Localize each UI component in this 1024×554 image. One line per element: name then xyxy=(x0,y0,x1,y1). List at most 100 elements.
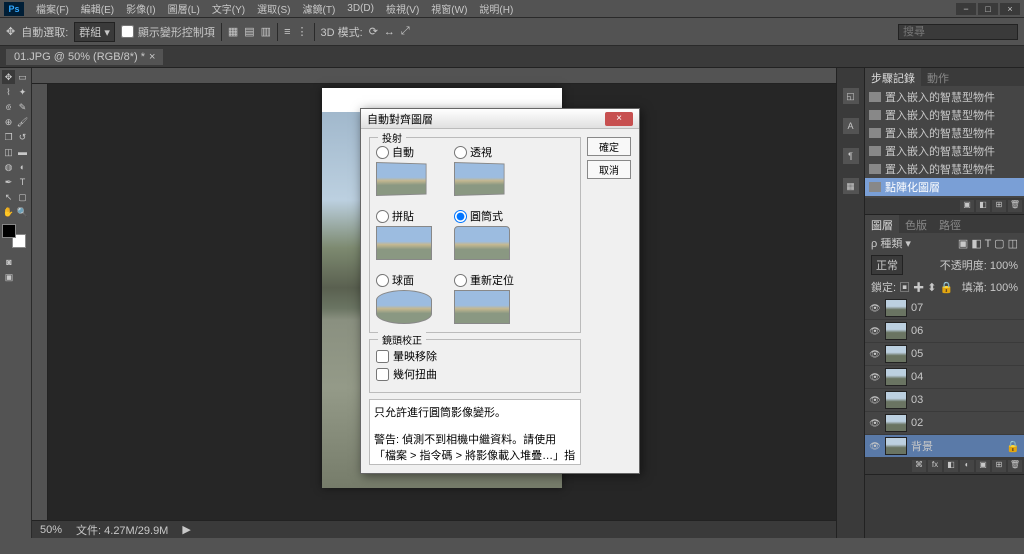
mode3d-icon[interactable]: ⟳ xyxy=(369,25,378,38)
hand-tool[interactable]: ✋ xyxy=(2,205,15,219)
menu-view[interactable]: 檢視(V) xyxy=(380,1,425,16)
lasso-tool[interactable]: ⌇ xyxy=(2,85,15,99)
align-icon[interactable]: ▦ xyxy=(228,25,238,38)
geodist-check[interactable]: 幾何扭曲 xyxy=(376,366,574,382)
menu-file[interactable]: 檔案(F) xyxy=(30,1,75,16)
tab-layers[interactable]: 圖層 xyxy=(865,215,899,233)
minimize-button[interactable]: − xyxy=(956,3,976,15)
shape-tool[interactable]: ▢ xyxy=(16,190,29,204)
ruler-vertical[interactable] xyxy=(32,84,48,520)
menu-select[interactable]: 選取(S) xyxy=(251,1,296,16)
visibility-icon[interactable]: 👁 xyxy=(869,418,881,428)
fill-value[interactable]: 100% xyxy=(990,282,1018,294)
marquee-tool[interactable]: ▭ xyxy=(16,70,29,84)
blend-mode[interactable]: 正常 xyxy=(871,255,903,275)
panel-btn[interactable]: ◧ xyxy=(976,200,990,212)
visibility-icon[interactable]: 👁 xyxy=(869,326,881,336)
char-icon[interactable]: A xyxy=(843,118,859,134)
group-icon[interactable]: ▣ xyxy=(976,460,990,472)
swatch-icon[interactable]: ▦ xyxy=(843,178,859,194)
history-row-selected[interactable]: 點陣化圖層 xyxy=(865,178,1024,196)
ruler-horizontal[interactable] xyxy=(32,68,836,84)
visibility-icon[interactable]: 👁 xyxy=(869,303,881,313)
align-icon[interactable]: ▥ xyxy=(261,25,271,38)
maximize-button[interactable]: □ xyxy=(978,3,998,15)
menu-image[interactable]: 影像(I) xyxy=(120,1,161,16)
gradient-tool[interactable]: ▬ xyxy=(16,145,29,159)
visibility-icon[interactable]: 👁 xyxy=(869,441,881,451)
history-icon[interactable]: ◱ xyxy=(843,88,859,104)
tab-channels[interactable]: 色版 xyxy=(899,215,933,233)
fg-swatch[interactable] xyxy=(2,224,16,238)
close-icon[interactable]: × xyxy=(605,112,633,126)
distribute-icon[interactable]: ⋮ xyxy=(297,25,308,38)
menu-help[interactable]: 說明(H) xyxy=(473,1,519,16)
autoselect-combo[interactable]: 群組 ▾ xyxy=(74,22,115,42)
search-field[interactable] xyxy=(898,24,1018,40)
mask-icon[interactable]: ◧ xyxy=(944,460,958,472)
panel-btn[interactable]: ▣ xyxy=(960,200,974,212)
visibility-icon[interactable]: 👁 xyxy=(869,372,881,382)
link-icon[interactable]: ⌘ xyxy=(912,460,926,472)
screenmode-tool[interactable]: ▣ xyxy=(2,270,16,284)
eyedropper-tool[interactable]: ✎ xyxy=(16,100,29,114)
history-brush-tool[interactable]: ↺ xyxy=(16,130,29,144)
proj-collage[interactable]: 拼貼 xyxy=(376,208,440,260)
close-button[interactable]: × xyxy=(1000,3,1020,15)
quickmask-tool[interactable]: ◙ xyxy=(2,255,16,269)
trash-icon[interactable]: 🗑 xyxy=(1008,460,1022,472)
history-row[interactable]: 置入嵌入的智慧型物件 xyxy=(865,88,1024,106)
proj-reposition[interactable]: 重新定位 xyxy=(454,272,518,324)
tab-paths[interactable]: 路徑 xyxy=(933,215,967,233)
dialog-titlebar[interactable]: 自動對齊圖層 × xyxy=(361,109,639,129)
stamp-tool[interactable]: ❐ xyxy=(2,130,15,144)
layer-row[interactable]: 👁07 xyxy=(865,297,1024,320)
vignette-check[interactable]: 暈映移除 xyxy=(376,348,574,364)
adj-icon[interactable]: ◐ xyxy=(960,460,974,472)
zoom-tool[interactable]: 🔍 xyxy=(16,205,29,219)
fx-icon[interactable]: fx xyxy=(928,460,942,472)
visibility-icon[interactable]: 👁 xyxy=(869,349,881,359)
mode3d-icon[interactable]: ⤢ xyxy=(401,25,410,38)
para-icon[interactable]: ¶ xyxy=(843,148,859,164)
crop-tool[interactable]: ⟃ xyxy=(2,100,15,114)
new-layer-icon[interactable]: ⊞ xyxy=(992,460,1006,472)
menu-filter[interactable]: 濾鏡(T) xyxy=(297,1,342,16)
mode3d-icon[interactable]: ↔ xyxy=(384,26,395,38)
filter-icons[interactable]: ▣ ◧ T ▢ ◫ xyxy=(958,237,1018,250)
tab-actions[interactable]: 動作 xyxy=(921,68,955,86)
history-row[interactable]: 置入嵌入的智慧型物件 xyxy=(865,160,1024,178)
menu-edit[interactable]: 編輯(E) xyxy=(75,1,120,16)
proj-spherical[interactable]: 球面 xyxy=(376,272,440,324)
blur-tool[interactable]: ◍ xyxy=(2,160,15,174)
wand-tool[interactable]: ✦ xyxy=(16,85,29,99)
opacity-value[interactable]: 100% xyxy=(990,260,1018,272)
new-icon[interactable]: ⊞ xyxy=(992,200,1006,212)
menu-3d[interactable]: 3D(D) xyxy=(341,3,380,14)
eraser-tool[interactable]: ◫ xyxy=(2,145,15,159)
layer-row[interactable]: 👁03 xyxy=(865,389,1024,412)
document-tab[interactable]: 01.JPG @ 50% (RGB/8*) * × xyxy=(6,49,163,65)
proj-perspective[interactable]: 透視 xyxy=(454,144,518,196)
layer-row[interactable]: 👁04 xyxy=(865,366,1024,389)
layer-row[interactable]: 👁05 xyxy=(865,343,1024,366)
menu-layer[interactable]: 圖層(L) xyxy=(162,1,206,16)
layer-row[interactable]: 👁06 xyxy=(865,320,1024,343)
heal-tool[interactable]: ⊕ xyxy=(2,115,15,129)
close-icon[interactable]: × xyxy=(149,51,155,63)
dodge-tool[interactable]: ◐ xyxy=(16,160,29,174)
color-swatches[interactable] xyxy=(2,224,26,248)
move-tool[interactable]: ✥ xyxy=(2,70,15,84)
ok-button[interactable]: 確定 xyxy=(587,137,631,156)
layer-row[interactable]: 👁02 xyxy=(865,412,1024,435)
proj-auto[interactable]: 自動 xyxy=(376,144,440,196)
doc-size[interactable]: 文件: 4.27M/29.9M xyxy=(76,522,168,538)
menu-type[interactable]: 文字(Y) xyxy=(206,1,251,16)
distribute-icon[interactable]: ≡ xyxy=(284,26,290,38)
zoom-value[interactable]: 50% xyxy=(40,524,62,536)
layer-row-background[interactable]: 👁背景🔒 xyxy=(865,435,1024,458)
brush-tool[interactable]: 🖌 xyxy=(16,115,29,129)
lock-icons[interactable]: ▣ ✚ ⬍ 🔒 xyxy=(899,282,953,294)
status-arrow-icon[interactable]: ▶ xyxy=(182,523,190,536)
type-tool[interactable]: T xyxy=(16,175,29,189)
